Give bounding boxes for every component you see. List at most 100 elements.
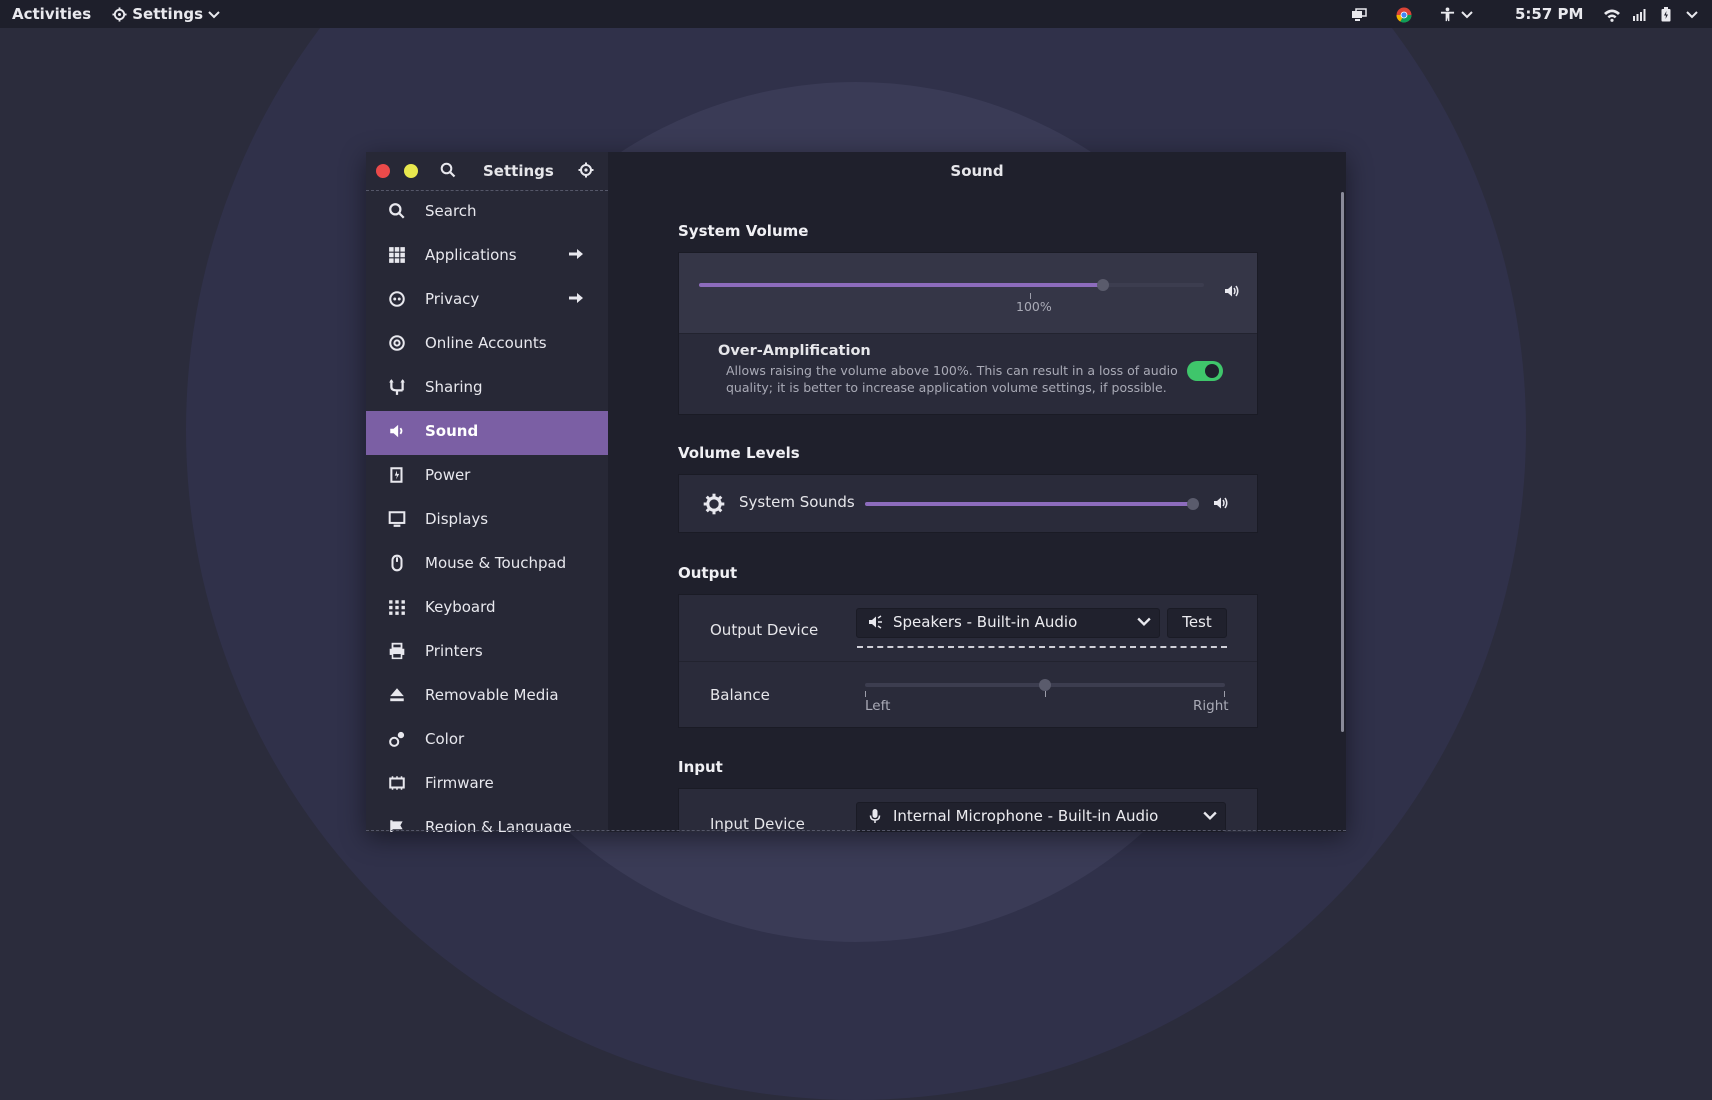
sidebar-item-label: Search <box>425 202 477 220</box>
activities-button[interactable]: Activities <box>12 0 91 28</box>
sidebar-item-label: Power <box>425 466 471 484</box>
sidebar-item-label: Color <box>425 730 465 748</box>
system-volume-knob[interactable] <box>1097 279 1109 291</box>
sidebar-item-firmware[interactable]: Firmware <box>366 763 608 807</box>
app-menu-label: Settings <box>132 5 204 23</box>
sidebar-item-label: Mouse & Touchpad <box>425 554 567 572</box>
top-bar: Activities Settings 5:57 PM <box>0 0 1712 28</box>
sidebar-item-color[interactable]: Color <box>366 719 608 763</box>
system-sounds-fill <box>865 502 1193 506</box>
chevron-down-icon <box>1203 811 1217 820</box>
display-icon[interactable] <box>1351 0 1367 28</box>
output-device-select[interactable]: Speakers - Built-in Audio <box>856 608 1160 638</box>
chevron-down-icon <box>1461 10 1473 18</box>
section-title-output: Output <box>678 564 738 582</box>
over-amplification-desc-1: Allows raising the volume above 100%. Th… <box>726 363 1178 378</box>
gear-icon <box>112 7 127 22</box>
sidebar-item-mouse-touchpad[interactable]: Mouse & Touchpad <box>366 543 608 587</box>
sidebar-item-label: Applications <box>425 246 517 264</box>
system-sounds-knob[interactable] <box>1187 498 1199 510</box>
sidebar-item-sound[interactable]: Sound <box>366 411 608 455</box>
gear-icon[interactable] <box>578 162 594 178</box>
scrollbar[interactable] <box>1341 192 1344 732</box>
sidebar-item-label: Privacy <box>425 290 480 308</box>
printer-icon <box>389 642 405 660</box>
over-amplification-toggle[interactable] <box>1187 361 1223 381</box>
system-sounds-label: System Sounds <box>739 493 855 511</box>
chevron-down-icon <box>1137 617 1151 626</box>
input-device-select[interactable]: Internal Microphone - Built-in Audio <box>856 802 1226 832</box>
input-panel: Input Device Internal Microphone - Built… <box>678 788 1258 832</box>
settings-window: Settings Search Applications Privacy Onl… <box>366 152 1346 832</box>
input-device-value: Internal Microphone - Built-in Audio <box>893 807 1159 825</box>
window-bottom-border <box>366 830 1346 831</box>
sidebar-item-sharing[interactable]: Sharing <box>366 367 608 411</box>
focus-indicator <box>857 646 1227 648</box>
search-icon <box>389 203 405 219</box>
sidebar-item-keyboard[interactable]: Keyboard <box>366 587 608 631</box>
battery-icon[interactable] <box>1661 0 1671 28</box>
eject-icon <box>390 688 404 702</box>
arrow-right-icon <box>569 249 583 259</box>
power-icon <box>390 467 403 483</box>
chevron-down-icon <box>208 10 220 18</box>
search-icon[interactable] <box>440 162 456 178</box>
close-button[interactable] <box>376 164 390 178</box>
display-icon <box>388 511 406 527</box>
output-device-label: Output Device <box>710 621 819 639</box>
sidebar-item-label: Firmware <box>425 774 494 792</box>
wifi-icon[interactable] <box>1604 0 1620 28</box>
over-amplification-desc-2: quality; it is better to increase applic… <box>726 380 1167 395</box>
sidebar-item-label: Sharing <box>425 378 483 396</box>
sidebar-item-removable-media[interactable]: Removable Media <box>366 675 608 719</box>
balance-knob[interactable] <box>1039 679 1051 691</box>
minimize-button[interactable] <box>404 164 418 178</box>
sidebar-item-search[interactable]: Search <box>366 191 608 235</box>
test-button[interactable]: Test <box>1167 608 1227 638</box>
system-sounds-slider[interactable] <box>865 498 1199 510</box>
speaker-icon <box>869 615 882 629</box>
volume-icon[interactable] <box>1632 0 1648 28</box>
sidebar-item-region-language[interactable]: Region & Language <box>366 807 608 832</box>
output-device-value: Speakers - Built-in Audio <box>893 613 1078 631</box>
sound-panel: Sound System Volume 100% Over-Amplificat… <box>608 152 1346 832</box>
clock[interactable]: 5:57 PM <box>1515 0 1583 28</box>
sidebar-item-applications[interactable]: Applications <box>366 235 608 279</box>
accessibility-menu[interactable] <box>1440 0 1474 28</box>
page-title: Sound <box>950 162 1004 180</box>
sidebar-item-power[interactable]: Power <box>366 455 608 499</box>
chrome-icon[interactable] <box>1396 0 1412 28</box>
volume-high-icon[interactable] <box>1213 496 1229 510</box>
sidebar-item-label: Removable Media <box>425 686 559 704</box>
sidebar-item-privacy[interactable]: Privacy <box>366 279 608 323</box>
row-separator <box>679 333 1257 334</box>
sidebar-item-label: Online Accounts <box>425 334 547 352</box>
over-amplification-title: Over-Amplification <box>718 343 871 359</box>
chip-icon <box>389 776 405 790</box>
color-icon <box>389 731 405 747</box>
microphone-icon <box>869 809 881 823</box>
sidebar-item-label: Keyboard <box>425 598 496 616</box>
grid-icon <box>389 247 405 263</box>
sidebar-item-printers[interactable]: Printers <box>366 631 608 675</box>
toggle-knob <box>1205 364 1219 378</box>
app-menu[interactable]: Settings <box>112 0 220 28</box>
balance-center-mark <box>1045 691 1046 697</box>
balance-label: Balance <box>710 686 770 704</box>
hundred-percent-label: 100% <box>1016 299 1052 314</box>
sidebar-item-displays[interactable]: Displays <box>366 499 608 543</box>
balance-right-mark <box>1224 691 1225 697</box>
section-title-volume-levels: Volume Levels <box>678 444 800 462</box>
volume-high-icon[interactable] <box>1224 284 1240 298</box>
sidebar-item-label: Region & Language <box>425 818 572 832</box>
sidebar-header: Settings <box>366 152 608 191</box>
system-menu-chevron-icon[interactable] <box>1685 0 1699 28</box>
system-volume-fill <box>699 283 1103 287</box>
sidebar-list: Search Applications Privacy Online Accou… <box>366 191 608 832</box>
section-title-input: Input <box>678 758 723 776</box>
balance-slider[interactable] <box>865 679 1225 691</box>
system-volume-slider[interactable] <box>699 279 1204 291</box>
keyboard-icon <box>389 600 405 615</box>
section-title-system-volume: System Volume <box>678 222 809 240</box>
sidebar-item-online-accounts[interactable]: Online Accounts <box>366 323 608 367</box>
